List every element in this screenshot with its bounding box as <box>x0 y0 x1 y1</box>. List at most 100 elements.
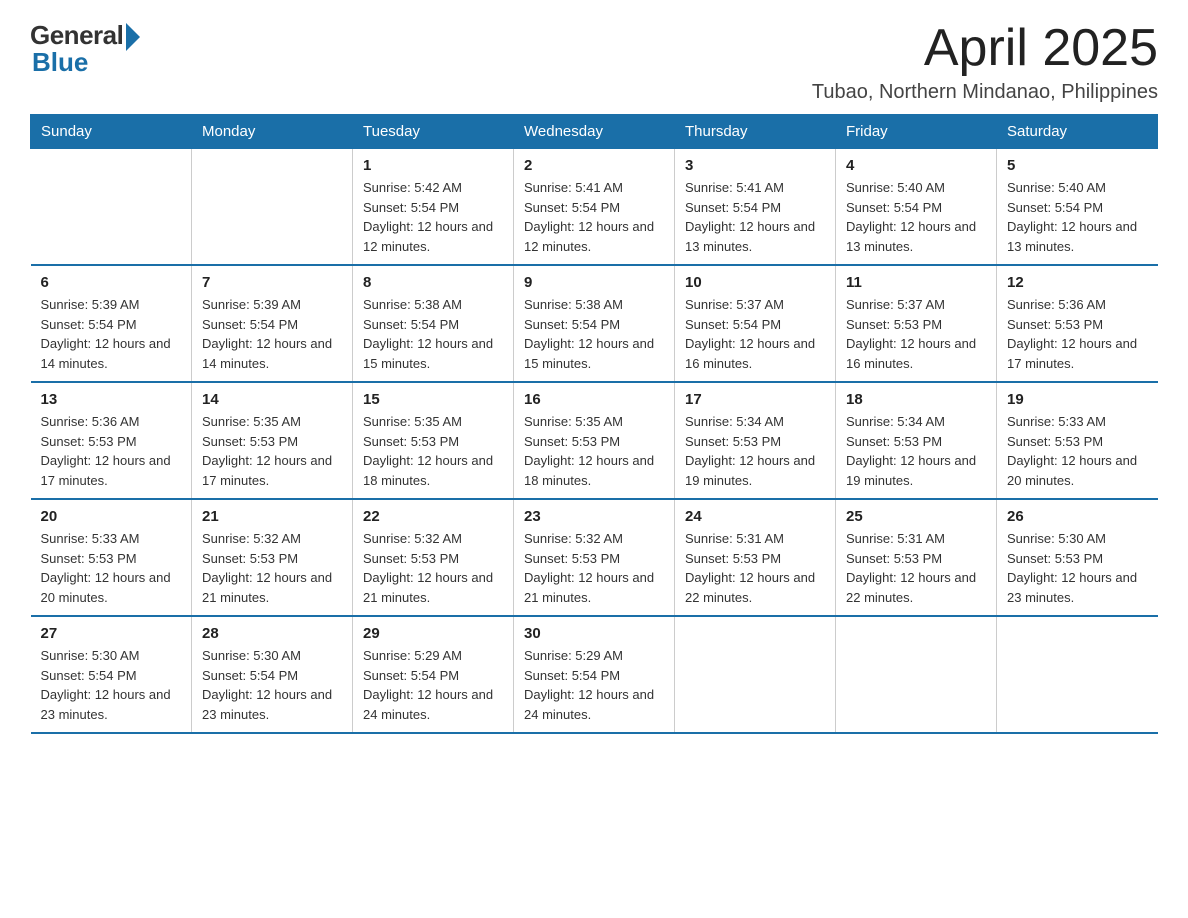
day-cell: 9Sunrise: 5:38 AMSunset: 5:54 PMDaylight… <box>514 265 675 382</box>
day-number: 27 <box>41 625 182 642</box>
day-number: 9 <box>524 274 664 291</box>
calendar-body: 1Sunrise: 5:42 AMSunset: 5:54 PMDaylight… <box>31 149 1158 734</box>
day-cell: 8Sunrise: 5:38 AMSunset: 5:54 PMDaylight… <box>353 265 514 382</box>
header-row: SundayMondayTuesdayWednesdayThursdayFrid… <box>31 115 1158 149</box>
week-row-2: 13 Sunrise: 5:36 AMSunset: 5:53 PMDayligh… <box>31 382 1158 499</box>
day-cell: 29 Sunrise: 5:29 AMSunset: 5:54 PMDayligh… <box>353 616 514 733</box>
day-cell <box>31 149 192 266</box>
day-number: 30 <box>524 625 664 642</box>
week-row-3: 20 Sunrise: 5:33 AMSunset: 5:53 PMDayligh… <box>31 499 1158 616</box>
day-detail: Sunrise: 5:40 AMSunset: 5:54 PMDaylight:… <box>1007 178 1148 256</box>
day-number: 15 <box>363 391 503 408</box>
calendar-title: April 2025 <box>812 20 1158 77</box>
day-number: 28 <box>202 625 342 642</box>
week-row-1: 6 Sunrise: 5:39 AMSunset: 5:54 PMDaylight… <box>31 265 1158 382</box>
header-cell-tuesday: Tuesday <box>353 115 514 149</box>
day-number: 5 <box>1007 157 1148 174</box>
day-number: 13 <box>41 391 182 408</box>
day-cell: 4 Sunrise: 5:40 AMSunset: 5:54 PMDaylight… <box>836 149 997 266</box>
week-row-0: 1Sunrise: 5:42 AMSunset: 5:54 PMDaylight… <box>31 149 1158 266</box>
title-block: April 2025 Tubao, Northern Mindanao, Phi… <box>812 20 1158 104</box>
day-detail: Sunrise: 5:41 AMSunset: 5:54 PMDaylight:… <box>685 178 825 256</box>
day-detail: Sunrise: 5:37 AMSunset: 5:53 PMDaylight:… <box>846 295 986 373</box>
day-detail: Sunrise: 5:39 AMSunset: 5:54 PMDaylight:… <box>41 295 182 373</box>
day-cell <box>836 616 997 733</box>
calendar-header: SundayMondayTuesdayWednesdayThursdayFrid… <box>31 115 1158 149</box>
day-detail: Sunrise: 5:37 AMSunset: 5:54 PMDaylight:… <box>685 295 825 373</box>
day-number: 11 <box>846 274 986 291</box>
day-number: 29 <box>363 625 503 642</box>
logo-blue-text: Blue <box>32 47 88 78</box>
day-detail: Sunrise: 5:30 AMSunset: 5:53 PMDaylight:… <box>1007 529 1148 607</box>
header-cell-monday: Monday <box>192 115 353 149</box>
day-number: 16 <box>524 391 664 408</box>
day-detail: Sunrise: 5:40 AMSunset: 5:54 PMDaylight:… <box>846 178 986 256</box>
day-cell: 25 Sunrise: 5:31 AMSunset: 5:53 PMDayligh… <box>836 499 997 616</box>
header-cell-thursday: Thursday <box>675 115 836 149</box>
day-number: 19 <box>1007 391 1148 408</box>
day-number: 26 <box>1007 508 1148 525</box>
day-cell: 2Sunrise: 5:41 AMSunset: 5:54 PMDaylight… <box>514 149 675 266</box>
day-number: 8 <box>363 274 503 291</box>
day-cell: 22Sunrise: 5:32 AMSunset: 5:53 PMDayligh… <box>353 499 514 616</box>
day-cell: 7Sunrise: 5:39 AMSunset: 5:54 PMDaylight… <box>192 265 353 382</box>
calendar-location: Tubao, Northern Mindanao, Philippines <box>812 81 1158 104</box>
day-number: 18 <box>846 391 986 408</box>
day-number: 10 <box>685 274 825 291</box>
day-cell: 18 Sunrise: 5:34 AMSunset: 5:53 PMDayligh… <box>836 382 997 499</box>
day-number: 4 <box>846 157 986 174</box>
day-detail: Sunrise: 5:41 AMSunset: 5:54 PMDaylight:… <box>524 178 664 256</box>
day-number: 23 <box>524 508 664 525</box>
logo: General Blue <box>30 20 140 78</box>
day-number: 14 <box>202 391 342 408</box>
day-number: 6 <box>41 274 182 291</box>
day-cell: 28 Sunrise: 5:30 AMSunset: 5:54 PMDayligh… <box>192 616 353 733</box>
day-cell: 27 Sunrise: 5:30 AMSunset: 5:54 PMDayligh… <box>31 616 192 733</box>
week-row-4: 27 Sunrise: 5:30 AMSunset: 5:54 PMDayligh… <box>31 616 1158 733</box>
day-cell: 24 Sunrise: 5:31 AMSunset: 5:53 PMDayligh… <box>675 499 836 616</box>
day-cell: 23Sunrise: 5:32 AMSunset: 5:53 PMDayligh… <box>514 499 675 616</box>
day-cell: 11 Sunrise: 5:37 AMSunset: 5:53 PMDayligh… <box>836 265 997 382</box>
day-cell: 13 Sunrise: 5:36 AMSunset: 5:53 PMDayligh… <box>31 382 192 499</box>
day-detail: Sunrise: 5:31 AMSunset: 5:53 PMDaylight:… <box>846 529 986 607</box>
header-cell-saturday: Saturday <box>997 115 1158 149</box>
day-detail: Sunrise: 5:34 AMSunset: 5:53 PMDaylight:… <box>846 412 986 490</box>
day-cell: 19Sunrise: 5:33 AMSunset: 5:53 PMDayligh… <box>997 382 1158 499</box>
day-cell: 5 Sunrise: 5:40 AMSunset: 5:54 PMDaylight… <box>997 149 1158 266</box>
header-cell-sunday: Sunday <box>31 115 192 149</box>
day-detail: Sunrise: 5:32 AMSunset: 5:53 PMDaylight:… <box>202 529 342 607</box>
day-cell: 26 Sunrise: 5:30 AMSunset: 5:53 PMDayligh… <box>997 499 1158 616</box>
day-cell: 1Sunrise: 5:42 AMSunset: 5:54 PMDaylight… <box>353 149 514 266</box>
day-cell: 30 Sunrise: 5:29 AMSunset: 5:54 PMDayligh… <box>514 616 675 733</box>
day-cell: 14Sunrise: 5:35 AMSunset: 5:53 PMDayligh… <box>192 382 353 499</box>
day-detail: Sunrise: 5:36 AMSunset: 5:53 PMDaylight:… <box>1007 295 1148 373</box>
day-number: 12 <box>1007 274 1148 291</box>
day-number: 20 <box>41 508 182 525</box>
day-cell: 17Sunrise: 5:34 AMSunset: 5:53 PMDayligh… <box>675 382 836 499</box>
day-cell <box>675 616 836 733</box>
day-cell <box>997 616 1158 733</box>
day-detail: Sunrise: 5:30 AMSunset: 5:54 PMDaylight:… <box>41 646 182 724</box>
day-detail: Sunrise: 5:29 AMSunset: 5:54 PMDaylight:… <box>363 646 503 724</box>
day-number: 3 <box>685 157 825 174</box>
day-cell: 15Sunrise: 5:35 AMSunset: 5:53 PMDayligh… <box>353 382 514 499</box>
day-detail: Sunrise: 5:36 AMSunset: 5:53 PMDaylight:… <box>41 412 182 490</box>
day-detail: Sunrise: 5:30 AMSunset: 5:54 PMDaylight:… <box>202 646 342 724</box>
calendar-table: SundayMondayTuesdayWednesdayThursdayFrid… <box>30 114 1158 734</box>
header-cell-wednesday: Wednesday <box>514 115 675 149</box>
page-header: General Blue April 2025 Tubao, Northern … <box>30 20 1158 104</box>
day-cell: 6 Sunrise: 5:39 AMSunset: 5:54 PMDaylight… <box>31 265 192 382</box>
day-number: 21 <box>202 508 342 525</box>
day-cell: 3 Sunrise: 5:41 AMSunset: 5:54 PMDaylight… <box>675 149 836 266</box>
day-number: 25 <box>846 508 986 525</box>
day-detail: Sunrise: 5:33 AMSunset: 5:53 PMDaylight:… <box>41 529 182 607</box>
day-detail: Sunrise: 5:29 AMSunset: 5:54 PMDaylight:… <box>524 646 664 724</box>
day-detail: Sunrise: 5:32 AMSunset: 5:53 PMDaylight:… <box>363 529 503 607</box>
day-number: 7 <box>202 274 342 291</box>
day-detail: Sunrise: 5:31 AMSunset: 5:53 PMDaylight:… <box>685 529 825 607</box>
day-number: 24 <box>685 508 825 525</box>
day-detail: Sunrise: 5:34 AMSunset: 5:53 PMDaylight:… <box>685 412 825 490</box>
day-cell: 10 Sunrise: 5:37 AMSunset: 5:54 PMDayligh… <box>675 265 836 382</box>
logo-arrow-icon <box>126 23 140 51</box>
day-detail: Sunrise: 5:42 AMSunset: 5:54 PMDaylight:… <box>363 178 503 256</box>
